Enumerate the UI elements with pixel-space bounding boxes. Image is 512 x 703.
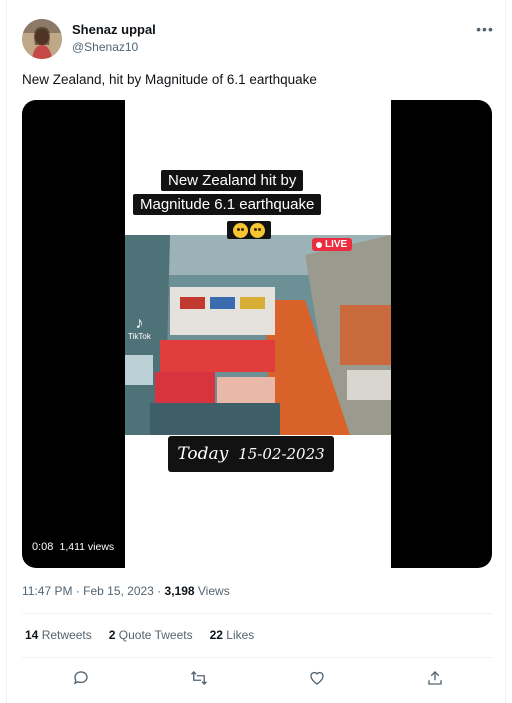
likes-stat[interactable]: 22 Likes xyxy=(210,628,255,642)
likes-count: 22 xyxy=(209,628,223,642)
quotes-label: Quote Tweets xyxy=(118,628,193,642)
divider xyxy=(22,657,492,658)
tweet-time[interactable]: 11:47 PM · Feb 15, 2023 · xyxy=(22,584,165,598)
author-handle[interactable]: @Shenaz10 xyxy=(72,40,138,54)
live-label: LIVE xyxy=(325,239,348,250)
likes-label: Likes xyxy=(226,628,255,642)
avatar[interactable] xyxy=(22,19,62,59)
live-badge: LIVE xyxy=(312,238,353,251)
supermarket-footage xyxy=(125,235,391,435)
video-player[interactable]: New Zealand hit by Magnitude 6.1 earthqu… xyxy=(22,100,492,568)
retweets-count: 14 xyxy=(25,628,39,642)
video-caption-line2: Magnitude 6.1 earthquake xyxy=(133,194,322,215)
quotes-count: 2 xyxy=(108,628,116,642)
date-overlay: Today 15-02-2023 xyxy=(168,436,334,472)
emoji-group xyxy=(227,221,271,239)
video-meta: 0:08 1,411 views xyxy=(32,541,114,553)
tweet-views-count: 3,198 xyxy=(164,584,195,598)
divider xyxy=(22,613,492,614)
pleading-face-icon xyxy=(233,222,248,238)
author-name[interactable]: Shenaz uppal xyxy=(72,22,156,37)
date-today: Today xyxy=(177,444,229,464)
tweet-text: New Zealand, hit by Magnitude of 6.1 ear… xyxy=(22,72,317,87)
action-bar xyxy=(22,667,492,689)
video-caption-line1: New Zealand hit by xyxy=(161,170,304,191)
retweets-label: Retweets xyxy=(41,628,92,642)
retweet-icon[interactable] xyxy=(188,667,210,689)
reply-icon[interactable] xyxy=(70,667,92,689)
video-views: 1,411 views xyxy=(59,541,115,553)
crying-face-icon xyxy=(250,222,265,238)
live-dot-icon xyxy=(316,241,322,248)
like-icon[interactable] xyxy=(306,667,328,689)
quotes-stat[interactable]: 2 Quote Tweets xyxy=(109,628,193,642)
engagement-stats: 14 Retweets 2 Quote Tweets 22 Likes xyxy=(25,628,254,642)
more-horizontal-icon[interactable]: ••• xyxy=(475,22,495,38)
tiktok-watermark: ♪ TikTok xyxy=(128,315,151,342)
tweet-views-label: Views xyxy=(194,584,230,598)
tiktok-logo-icon: ♪ xyxy=(135,315,144,332)
tweet-timestamp: 11:47 PM · Feb 15, 2023 · 3,198 Views xyxy=(22,584,230,598)
share-icon[interactable] xyxy=(424,667,446,689)
retweets-stat[interactable]: 14 Retweets xyxy=(25,628,92,642)
video-duration: 0:08 xyxy=(32,541,54,553)
date-value: 15-02-2023 xyxy=(238,445,325,463)
tiktok-label: TikTok xyxy=(128,332,151,341)
